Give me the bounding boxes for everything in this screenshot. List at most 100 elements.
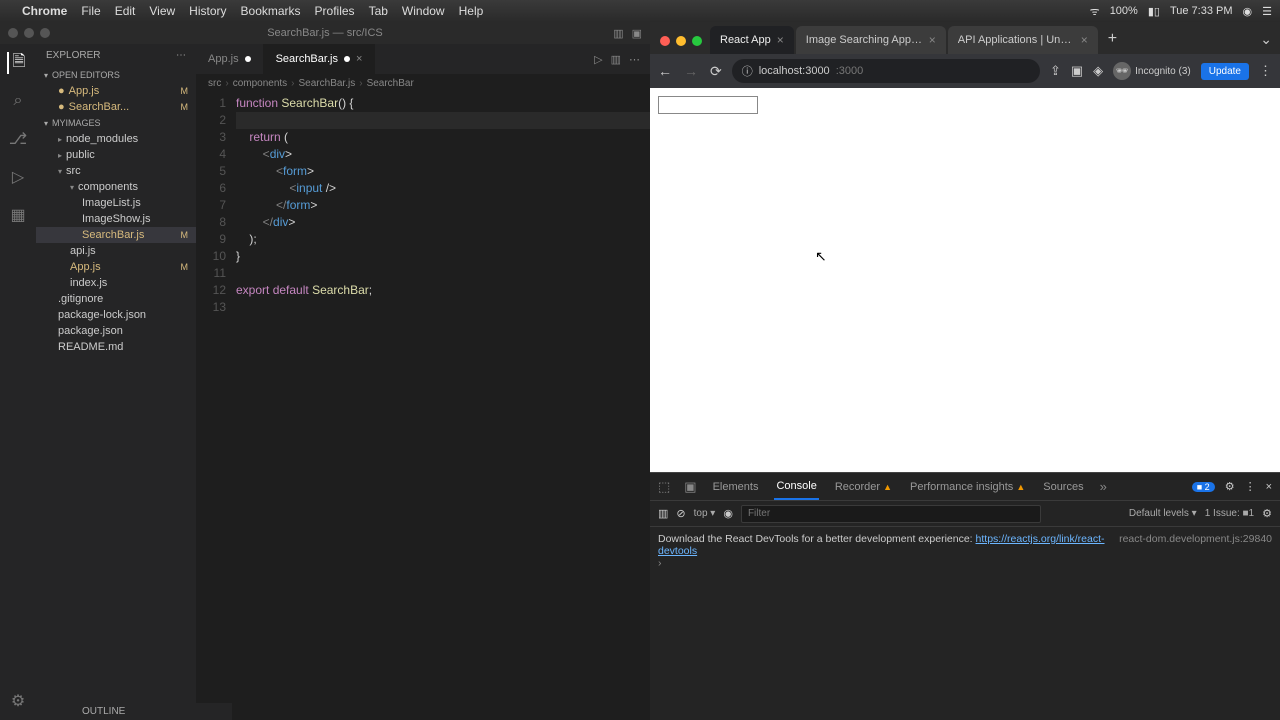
extension-icon-2[interactable]: ◈ [1093, 63, 1103, 79]
project-section[interactable]: MYIMAGES [36, 115, 196, 131]
searchbar-input[interactable] [658, 96, 758, 114]
menu-bookmarks[interactable]: Bookmarks [241, 4, 301, 18]
file-package-json[interactable]: package.json [36, 323, 196, 339]
extension-icon[interactable]: ▣ [1071, 63, 1083, 79]
extensions-icon[interactable]: ▦ [7, 204, 29, 226]
file-imageshow[interactable]: ImageShow.js [36, 211, 196, 227]
siri-icon[interactable]: ◉ [1243, 5, 1253, 18]
more-icon[interactable]: ⋯ [629, 53, 640, 66]
explorer-icon[interactable]: 🗎 [7, 52, 29, 74]
explorer-sidebar: EXPLORER ⋯ OPEN EDITORS ● App.js ● Searc… [36, 44, 196, 720]
forward-button[interactable]: → [684, 63, 698, 80]
folder-src[interactable]: src [36, 163, 196, 179]
devtools-menu-icon[interactable]: ⋮ [1245, 480, 1256, 493]
update-button[interactable]: Update [1201, 63, 1249, 80]
folder-public[interactable]: public [36, 147, 196, 163]
vscode-window: SearchBar.js — src/ICS ▥ ▣ 🗎 ⌕ ⎇ ▷ ▦ ⚙ E… [0, 22, 650, 720]
app-name[interactable]: Chrome [22, 4, 67, 18]
clock[interactable]: Tue 7:33 PM [1170, 5, 1233, 17]
menu-history[interactable]: History [189, 4, 226, 18]
log-source[interactable]: react-dom.development.js:29840 [1119, 533, 1272, 545]
console-output[interactable]: react-dom.development.js:29840 Download … [650, 527, 1280, 720]
open-editor-searchbar[interactable]: ● SearchBar... [36, 99, 196, 115]
control-center-icon[interactable]: ☰ [1262, 5, 1272, 18]
file-imagelist[interactable]: ImageList.js [36, 195, 196, 211]
devtools-tab-recorder[interactable]: Recorder▲ [833, 475, 894, 499]
devtools-close-icon[interactable]: × [1266, 481, 1272, 493]
file-readme[interactable]: README.md [36, 339, 196, 355]
live-expression-icon[interactable]: ◉ [723, 507, 733, 520]
wifi-icon[interactable]: ᯤ [1090, 4, 1100, 19]
inspect-element-icon[interactable]: ⬚ [658, 479, 670, 495]
code-editor[interactable]: 12345678910111213 function SearchBar() {… [196, 93, 650, 720]
reload-button[interactable]: ⟳ [710, 63, 722, 80]
tab-dropdown-icon[interactable]: ⌄ [1252, 31, 1280, 54]
open-editor-app[interactable]: ● App.js [36, 83, 196, 99]
editor-tabs: App.js SearchBar.js × ▷ ▥ ⋯ [196, 44, 650, 74]
file-api[interactable]: api.js [36, 243, 196, 259]
debug-icon[interactable]: ▷ [7, 166, 29, 188]
console-prompt[interactable]: › [658, 557, 1272, 569]
file-app[interactable]: App.js [36, 259, 196, 275]
errors-badge[interactable]: ■ 2 [1192, 482, 1215, 492]
device-toggle-icon[interactable]: ▣ [684, 479, 696, 495]
page-viewport: ↖ [650, 88, 1280, 472]
address-bar[interactable]: ⓘ localhost:3000 :3000 [732, 59, 1040, 83]
file-searchbar[interactable]: SearchBar.js [36, 227, 196, 243]
close-icon[interactable]: × [1081, 33, 1088, 47]
log-levels-selector[interactable]: Default levels ▾ [1129, 508, 1197, 519]
new-tab-button[interactable]: + [1100, 30, 1125, 54]
menu-tab[interactable]: Tab [369, 4, 388, 18]
source-control-icon[interactable]: ⎇ [7, 128, 29, 150]
file-index[interactable]: index.js [36, 275, 196, 291]
split-editor-icon[interactable]: ▥ [611, 53, 621, 66]
issues-link[interactable]: 1 Issue: ■1 [1205, 508, 1254, 519]
back-button[interactable]: ← [658, 63, 672, 80]
run-icon[interactable]: ▷ [594, 53, 602, 66]
console-filter-input[interactable] [741, 505, 1041, 523]
clear-console-icon[interactable]: ⊘ [676, 507, 685, 520]
console-sidebar-icon[interactable]: ▥ [658, 507, 668, 520]
console-settings-icon[interactable]: ⚙ [1262, 507, 1272, 520]
menu-window[interactable]: Window [402, 4, 445, 18]
vscode-title: SearchBar.js — src/ICS [267, 27, 383, 39]
devtools-tab-performance-insights[interactable]: Performance insights▲ [908, 475, 1027, 499]
search-icon[interactable]: ⌕ [7, 90, 29, 112]
file-gitignore[interactable]: .gitignore [36, 291, 196, 307]
menu-file[interactable]: File [81, 4, 100, 18]
devtools-settings-icon[interactable]: ⚙ [1225, 480, 1235, 493]
browser-tab-react-app[interactable]: React App× [710, 26, 794, 54]
browser-tab-unsplash[interactable]: API Applications | Unsplash× [948, 26, 1098, 54]
file-package-lock[interactable]: package-lock.json [36, 307, 196, 323]
incognito-badge[interactable]: 🕶 Incognito (3) [1113, 62, 1191, 80]
menu-profiles[interactable]: Profiles [315, 4, 355, 18]
tab-searchbar-js[interactable]: SearchBar.js × [264, 44, 376, 74]
tab-app-js[interactable]: App.js [196, 44, 264, 74]
close-icon[interactable]: × [929, 33, 936, 47]
share-icon[interactable]: ⇪ [1050, 63, 1061, 79]
log-message: Download the React DevTools for a better… [658, 533, 973, 545]
layout-icon-2[interactable]: ▣ [632, 27, 642, 40]
explorer-more-icon[interactable]: ⋯ [176, 50, 186, 61]
menu-edit[interactable]: Edit [115, 4, 136, 18]
tab-close-icon[interactable]: × [356, 53, 362, 65]
menu-view[interactable]: View [149, 4, 175, 18]
layout-icon[interactable]: ▥ [613, 27, 623, 40]
devtools-tab-console[interactable]: Console [774, 474, 818, 500]
browser-tab-image-searching[interactable]: Image Searching App | Interv...× [796, 26, 946, 54]
vscode-traffic-lights[interactable] [8, 28, 50, 38]
open-editors-section[interactable]: OPEN EDITORS [36, 67, 196, 83]
devtools-tab-elements[interactable]: Elements [711, 475, 761, 499]
close-icon[interactable]: × [777, 33, 784, 47]
context-selector[interactable]: top ▾ [694, 508, 716, 519]
settings-gear-icon[interactable]: ⚙ [7, 690, 29, 712]
chrome-menu-icon[interactable]: ⋮ [1259, 63, 1272, 79]
devtools-tab-sources[interactable]: Sources [1041, 475, 1085, 499]
more-tabs-icon[interactable]: » [1100, 479, 1107, 494]
folder-node-modules[interactable]: node_modules [36, 131, 196, 147]
menu-help[interactable]: Help [459, 4, 484, 18]
breadcrumb[interactable]: src› components› SearchBar.js› SearchBar [196, 74, 650, 93]
chrome-traffic-lights[interactable] [656, 36, 710, 54]
folder-components[interactable]: components [36, 179, 196, 195]
site-info-icon[interactable]: ⓘ [742, 63, 753, 79]
